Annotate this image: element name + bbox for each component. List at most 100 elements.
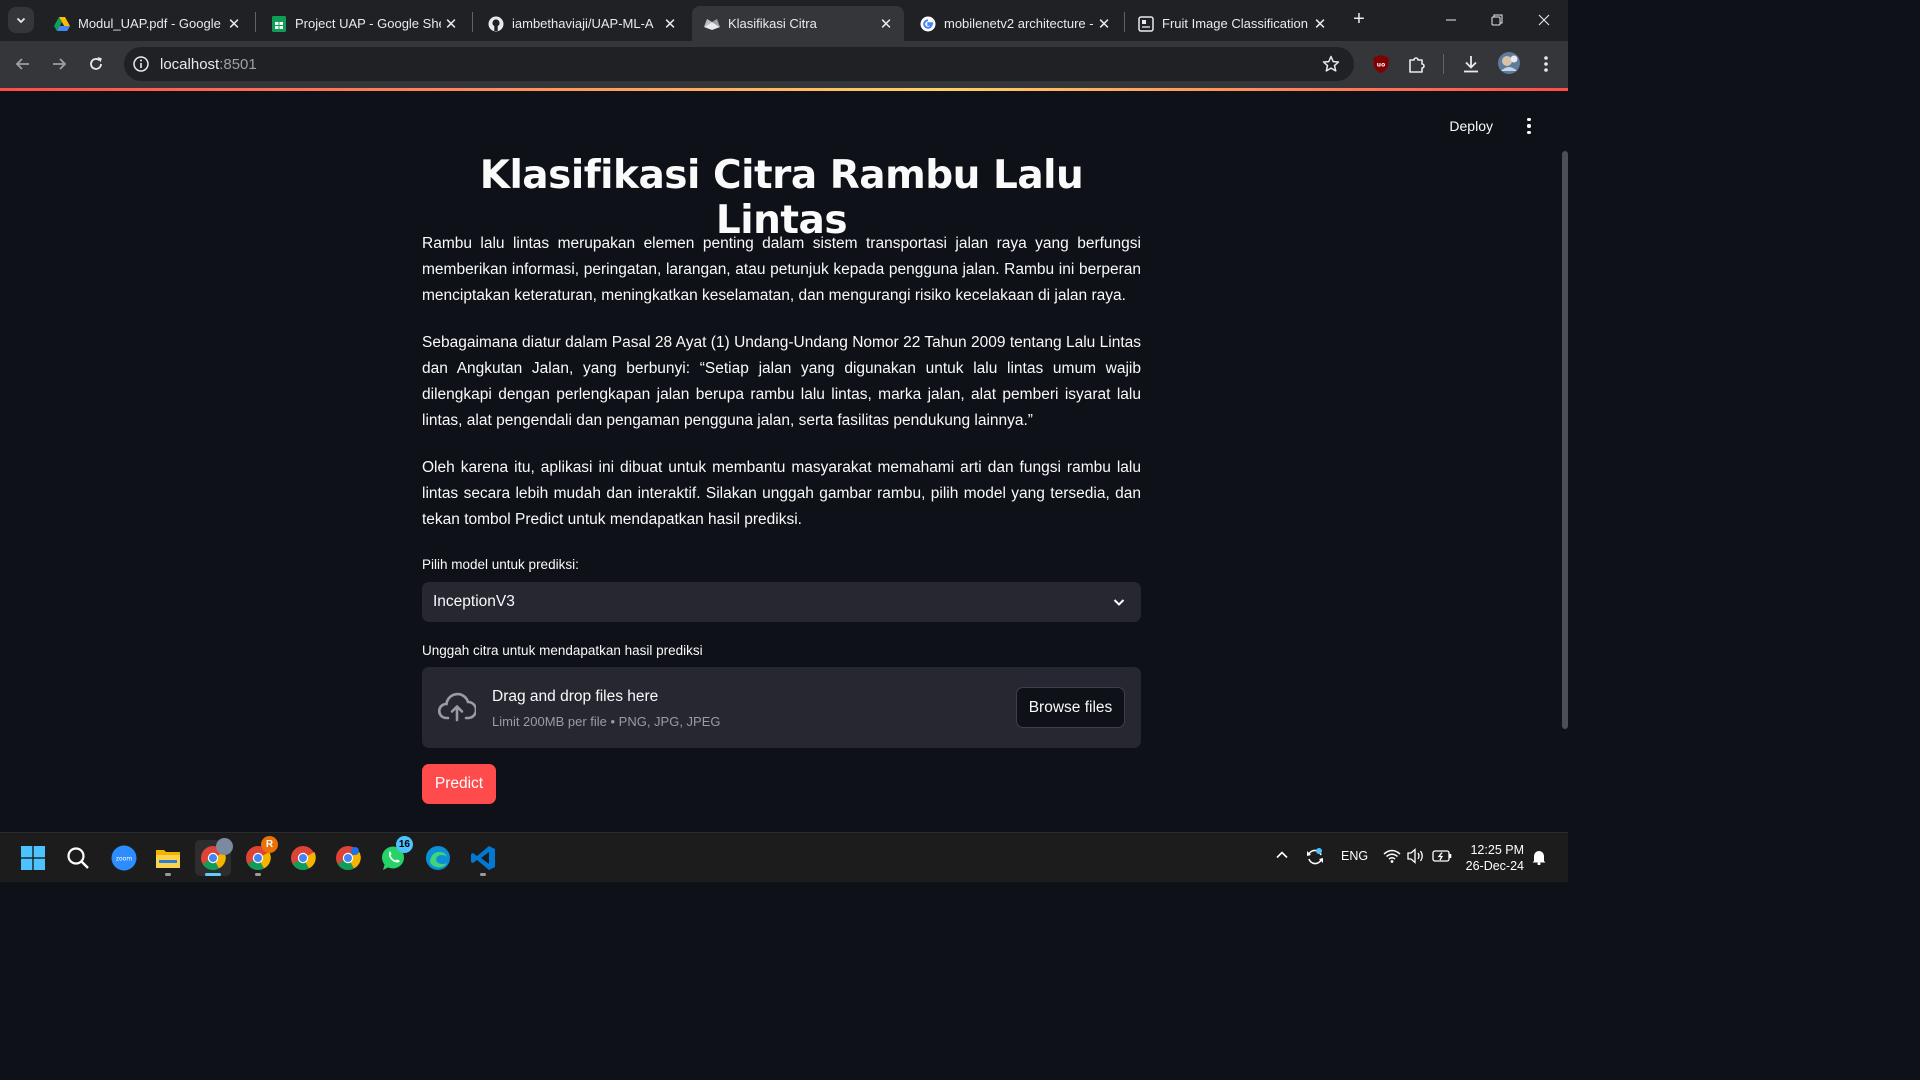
ublock-extension-icon[interactable]: uo <box>1370 53 1392 75</box>
taskbar-file-explorer[interactable] <box>150 840 186 876</box>
file-dropzone[interactable]: Drag and drop files here Limit 200MB per… <box>422 667 1141 748</box>
new-tab-button[interactable]: + <box>1348 8 1370 30</box>
restore-button[interactable] <box>1474 6 1520 34</box>
clock-time: 12:25 PM <box>1470 843 1524 857</box>
menu-dot <box>1527 130 1531 134</box>
profile-badge: R <box>261 836 278 853</box>
toolbar-divider <box>1443 54 1444 74</box>
vscode-icon <box>471 846 495 870</box>
tab-google-search[interactable]: mobilenetv2 architecture - Google Search… <box>908 6 1122 41</box>
extensions-button[interactable] <box>1406 53 1428 75</box>
input-language[interactable]: ENG <box>1341 849 1368 863</box>
bell-icon <box>1532 851 1546 866</box>
taskbar-search-button[interactable] <box>60 840 96 876</box>
tab-title: mobilenetv2 architecture - Google Search <box>944 16 1094 31</box>
page-scrollbar[interactable] <box>1562 151 1568 729</box>
puzzle-icon <box>1409 57 1425 73</box>
minimize-button[interactable] <box>1428 6 1474 34</box>
clock-date: 26-Dec-24 <box>1465 859 1524 873</box>
wifi-tray-button[interactable] <box>1383 848 1401 867</box>
search-icon <box>67 847 89 869</box>
reload-button[interactable] <box>84 52 108 76</box>
browser-menu-button[interactable] <box>1535 53 1557 75</box>
close-icon[interactable]: ✕ <box>1310 15 1330 33</box>
taskbar-clock[interactable]: 12:25 PM 26-Dec-24 <box>1466 842 1524 874</box>
menu-dot <box>1527 124 1531 128</box>
profile-badge <box>216 838 233 855</box>
address-bar[interactable]: localhost:8501 <box>124 47 1354 81</box>
taskbar-chrome-active[interactable] <box>195 838 233 876</box>
file-explorer-icon <box>156 850 180 868</box>
start-button[interactable] <box>15 840 51 876</box>
close-icon[interactable]: ✕ <box>876 15 896 33</box>
browse-files-button[interactable]: Browse files <box>1016 687 1125 728</box>
github-icon <box>488 16 504 32</box>
edge-icon <box>426 846 450 870</box>
tab-title: Fruit Image Classification M <box>1162 16 1310 31</box>
tab-fruit-classification[interactable]: Fruit Image Classification M ✕ <box>1126 6 1338 41</box>
model-select[interactable]: InceptionV3 <box>422 582 1141 622</box>
taskbar-zoom[interactable]: zoom <box>106 840 142 876</box>
arrow-right-icon <box>53 58 67 70</box>
chrome-icon <box>291 846 316 871</box>
predict-button[interactable]: Predict <box>422 764 496 804</box>
streamlit-app: Deploy Klasifikasi Citra Rambu Lalu Lint… <box>0 91 1568 832</box>
restore-icon <box>1491 14 1503 26</box>
battery-charging-icon <box>1432 850 1452 862</box>
taskbar-chrome-profile-r[interactable]: R <box>240 836 278 876</box>
wifi-icon <box>1383 849 1401 863</box>
google-drive-icon <box>54 16 70 32</box>
notifications-button[interactable] <box>1532 849 1546 868</box>
menu-dot <box>1527 118 1531 122</box>
close-icon[interactable]: ✕ <box>660 15 680 33</box>
reload-icon <box>90 57 102 70</box>
close-icon[interactable]: ✕ <box>1094 15 1114 33</box>
profile-avatar[interactable] <box>1497 51 1521 75</box>
windows-taskbar: zoom R 16 ENG 12:25 PM 26-Dec-24 <box>0 832 1568 882</box>
running-indicator <box>480 873 486 876</box>
close-icon[interactable]: ✕ <box>441 15 461 33</box>
tab-github[interactable]: iambethaviaji/UAP-ML-A ✕ <box>476 6 688 41</box>
close-icon <box>1538 14 1550 26</box>
bookmark-star-icon[interactable] <box>1322 55 1340 73</box>
tab-separator <box>255 12 256 32</box>
back-button[interactable] <box>11 52 35 76</box>
volume-tray-button[interactable] <box>1407 848 1425 867</box>
forward-button[interactable] <box>47 52 71 76</box>
site-info-icon[interactable] <box>132 55 150 73</box>
download-icon <box>1464 56 1478 73</box>
taskbar-chrome-profile-m[interactable] <box>330 840 366 876</box>
show-hidden-icons-button[interactable] <box>1275 848 1289 865</box>
close-window-button[interactable] <box>1521 6 1567 34</box>
deploy-button[interactable]: Deploy <box>1449 118 1493 134</box>
battery-tray-button[interactable] <box>1432 849 1452 866</box>
taskbar-edge[interactable] <box>420 840 456 876</box>
tab-title: Project UAP - Google Sheets <box>295 16 441 31</box>
minimize-icon <box>1446 19 1456 21</box>
instruction-paragraph: Oleh karena itu, aplikasi ini dibuat unt… <box>422 459 1141 528</box>
tab-search-button[interactable] <box>8 7 34 33</box>
sync-tray-button[interactable] <box>1305 847 1325 870</box>
taskbar-vscode[interactable] <box>465 840 501 876</box>
url-port: :8501 <box>219 56 257 73</box>
notification-badge: 16 <box>395 836 413 853</box>
tab-title: Modul_UAP.pdf - Google Drive <box>78 16 224 31</box>
tab-title: iambethaviaji/UAP-ML-A <box>512 16 654 31</box>
volume-icon <box>1407 848 1423 864</box>
browser-tab-strip: Modul_UAP.pdf - Google Drive ✕ Project U… <box>0 0 1568 41</box>
dropzone-instruction: Drag and drop files here <box>492 688 659 705</box>
close-icon[interactable]: ✕ <box>224 15 244 33</box>
model-select-label: Pilih model untuk prediksi: <box>422 557 579 572</box>
downloads-button[interactable] <box>1460 53 1482 75</box>
taskbar-chrome[interactable] <box>285 840 321 876</box>
main-menu-button[interactable] <box>1522 118 1536 134</box>
tab-google-sheets[interactable]: Project UAP - Google Sheets ✕ <box>259 6 469 41</box>
taskbar-whatsapp[interactable]: 16 <box>375 836 413 876</box>
chevron-down-icon <box>16 17 26 24</box>
chevron-down-icon <box>1113 599 1125 606</box>
svg-text:uo: uo <box>1377 62 1385 69</box>
page-title: Klasifikasi Citra Rambu Lalu Lintas <box>479 153 1084 243</box>
tab-google-drive[interactable]: Modul_UAP.pdf - Google Drive ✕ <box>42 6 252 41</box>
windows-start-icon <box>21 846 45 870</box>
tab-klasifikasi-citra[interactable]: Klasifikasi Citra ✕ <box>692 6 904 41</box>
